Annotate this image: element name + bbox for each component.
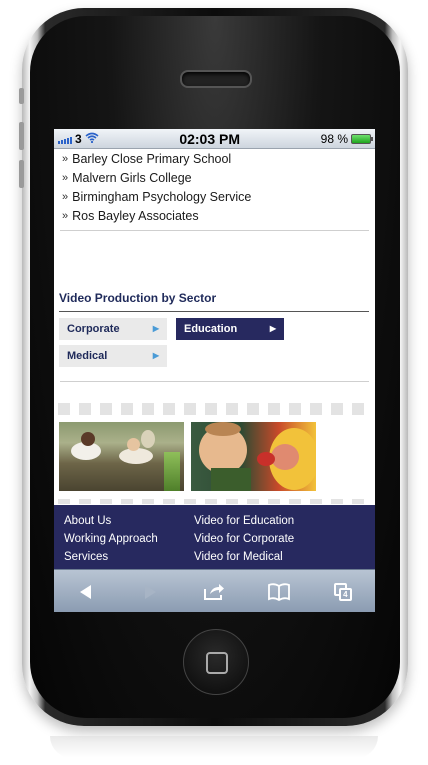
carrier-label: 3	[75, 131, 82, 146]
tabs-icon: 4	[333, 582, 352, 601]
video-thumbnail-children[interactable]	[59, 422, 184, 491]
page-content: » Barley Close Primary School » Malvern Gi…	[54, 149, 375, 504]
sector-divider	[59, 311, 369, 312]
forward-button[interactable]	[130, 577, 170, 607]
play-arrow-icon: ▶	[152, 324, 159, 333]
signal-strength-icon	[58, 134, 72, 144]
sector-button-corporate[interactable]: Corporate ▶	[59, 318, 167, 340]
divider	[60, 230, 369, 231]
play-arrow-icon: ▶	[152, 351, 159, 360]
phone-screen: 3 02:03 PM 98 % » Barley Close Primary Sc…	[54, 129, 375, 612]
sector-button-education[interactable]: Education ▶	[176, 318, 284, 340]
footer-link-video-corporate[interactable]: Video for Corporate	[194, 533, 294, 545]
footer-link-about-us[interactable]: About Us	[64, 515, 111, 527]
tab-count: 4	[338, 587, 352, 601]
footer-link-video-medical[interactable]: Video for Medical	[194, 551, 283, 563]
list-item[interactable]: » Birmingham Psychology Service	[62, 187, 375, 206]
sector-button-medical[interactable]: Medical ▶	[59, 345, 167, 367]
status-right: 98 %	[320, 131, 373, 146]
filmstrip-top	[54, 403, 375, 415]
earpiece-speaker	[180, 70, 252, 88]
back-icon	[80, 584, 92, 599]
list-item[interactable]: » Malvern Girls College	[62, 168, 375, 187]
footer-link-video-education[interactable]: Video for Education	[194, 515, 294, 527]
status-bar: 3 02:03 PM 98 %	[54, 129, 375, 149]
divider	[60, 381, 369, 382]
chevron-right-icon: »	[62, 209, 69, 222]
battery-icon	[351, 133, 373, 144]
share-icon	[204, 583, 225, 600]
back-button[interactable]	[66, 577, 106, 607]
battery-percent: 98 %	[320, 131, 348, 146]
list-item[interactable]: » Barley Close Primary School	[62, 149, 375, 168]
phone-reflection	[50, 736, 378, 758]
chevron-right-icon: »	[62, 152, 69, 165]
video-thumbnail-puppets[interactable]	[191, 422, 316, 491]
status-time: 02:03 PM	[179, 130, 241, 147]
footer-link-working-approach[interactable]: Working Approach	[64, 533, 158, 545]
filmstrip-bottom	[54, 499, 375, 504]
volume-up-button	[19, 122, 24, 150]
bookmarks-button[interactable]	[259, 577, 299, 607]
footer-nav: About Us Working Approach Services Video…	[54, 505, 375, 569]
forward-icon	[145, 584, 157, 599]
client-list: » Barley Close Primary School » Malvern Gi…	[54, 149, 375, 225]
play-arrow-icon: ▶	[269, 324, 276, 333]
home-button[interactable]	[183, 629, 249, 695]
volume-down-button	[19, 160, 24, 188]
chevron-right-icon: »	[62, 190, 69, 203]
list-item[interactable]: » Ros Bayley Associates	[62, 206, 375, 225]
wifi-icon	[85, 132, 99, 145]
sector-heading: Video Production by Sector	[59, 291, 217, 305]
share-button[interactable]	[194, 577, 234, 607]
mute-switch	[19, 88, 24, 104]
browser-toolbar: 4	[54, 569, 375, 612]
status-left: 3	[58, 132, 99, 146]
chevron-right-icon: »	[62, 171, 69, 184]
tabs-button[interactable]: 4	[323, 577, 363, 607]
bookmarks-icon	[267, 582, 290, 601]
footer-link-services[interactable]: Services	[64, 551, 108, 563]
